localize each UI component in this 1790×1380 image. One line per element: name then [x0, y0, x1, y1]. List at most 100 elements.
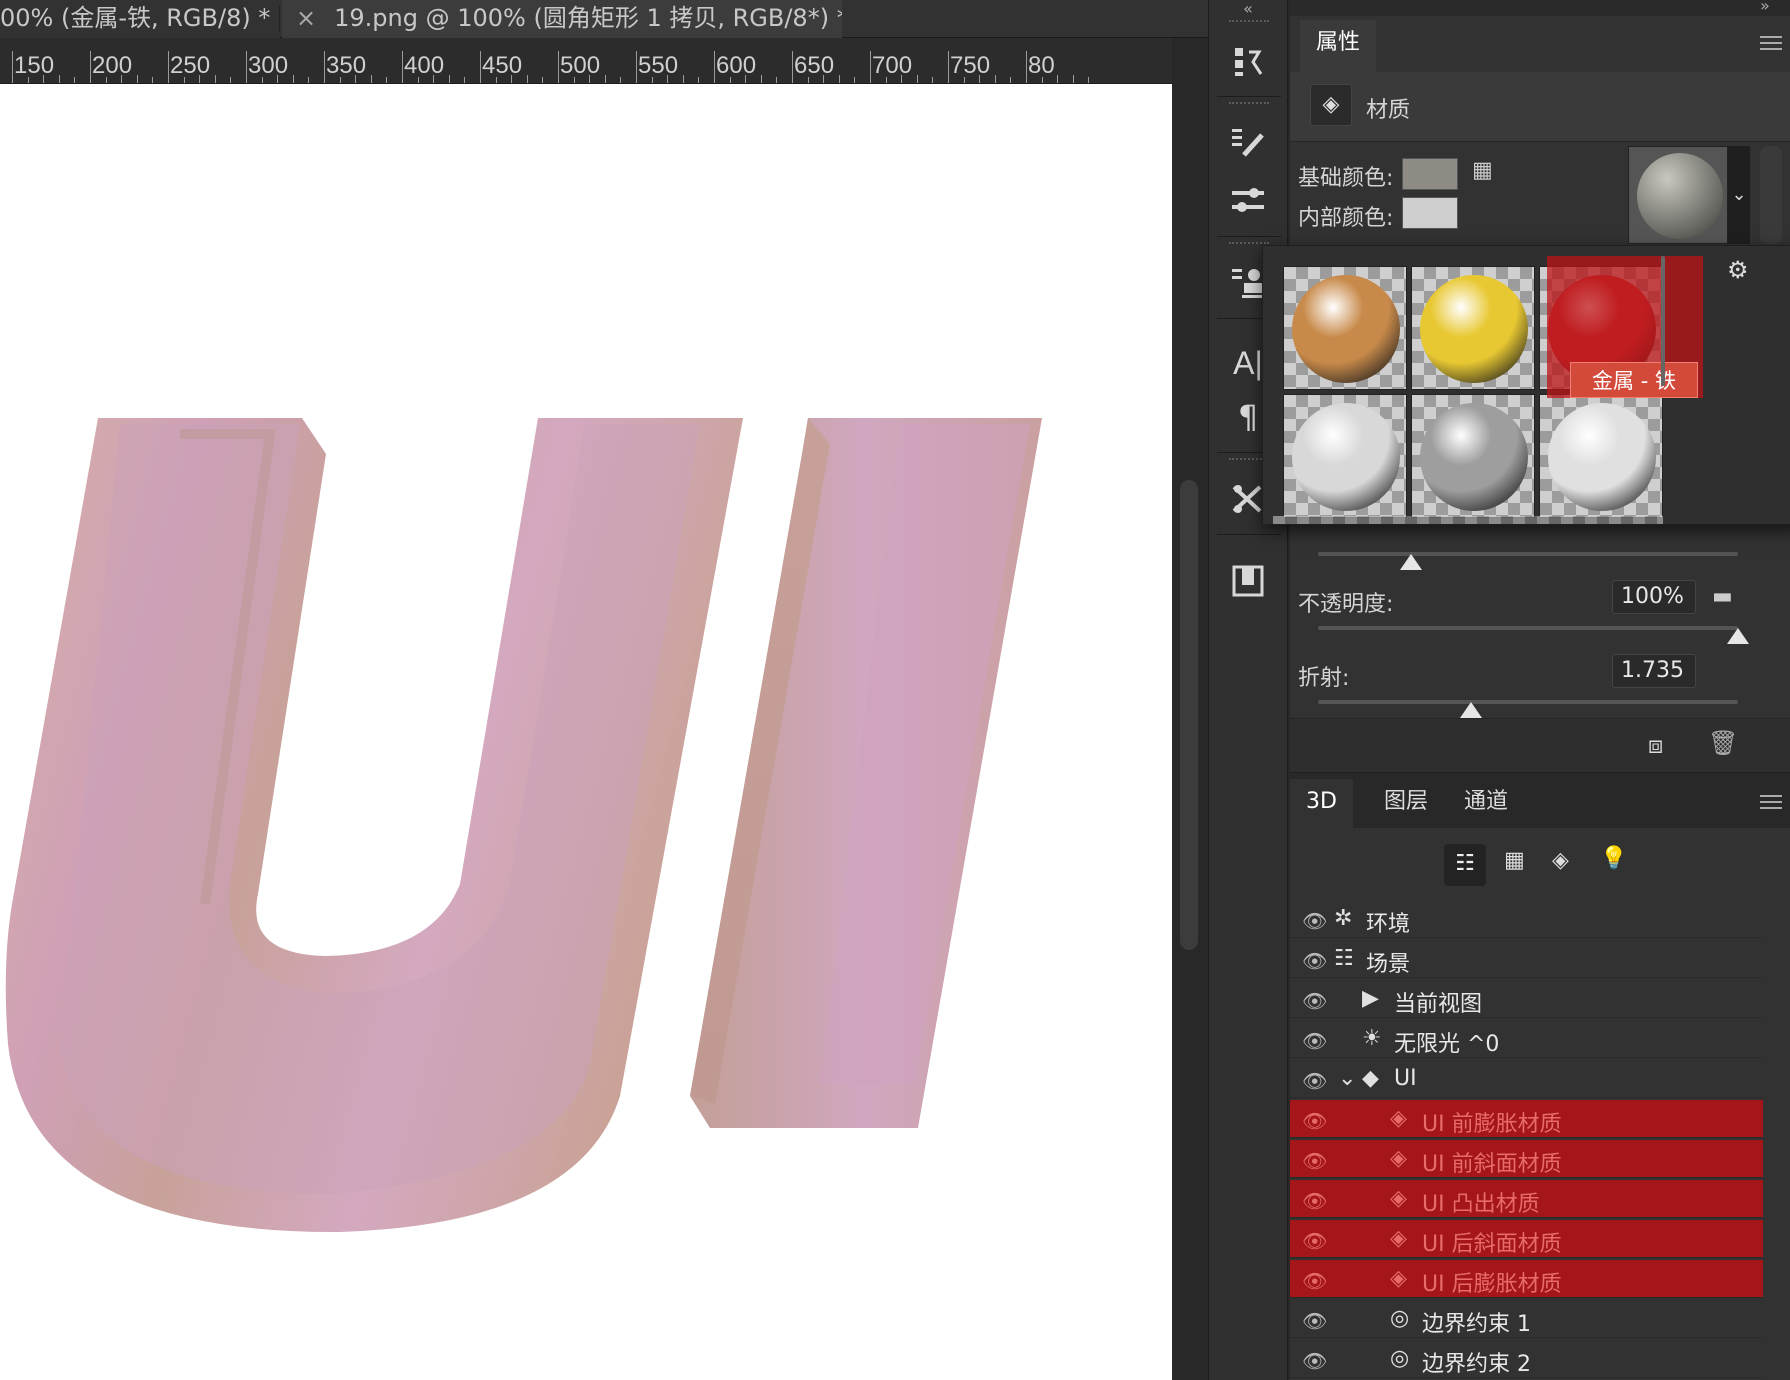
mesh-icon: ◆: [1362, 1066, 1379, 1091]
visibility-eye-icon[interactable]: 👁: [1302, 1189, 1327, 1213]
whole-scene-filter-icon[interactable]: ☷: [1444, 844, 1486, 886]
tab-properties[interactable]: 属性: [1300, 20, 1377, 72]
ruler-minor-tick: [1010, 77, 1012, 83]
ruler-label: 200: [92, 52, 133, 79]
refraction-input[interactable]: 1.735: [1612, 654, 1696, 688]
refraction-slider-thumb[interactable]: [1460, 702, 1482, 718]
panel-menu-icon[interactable]: [1760, 36, 1782, 50]
layer-label: 无限光 ^0: [1394, 1032, 1500, 1057]
material-swatch-gold[interactable]: [1411, 266, 1535, 390]
layer-row[interactable]: 👁 ⌄ ◆ UI: [1290, 1060, 1763, 1098]
horizontal-ruler[interactable]: 150 200 250 300 350 400 450 500 550 600 650 700 750 8…: [0, 38, 1172, 84]
texture-file-icon[interactable]: ▦: [1472, 158, 1502, 188]
dock-grip: [1229, 20, 1269, 26]
vertical-scrollbar[interactable]: [1180, 480, 1198, 950]
ruler-label: 700: [872, 52, 913, 79]
material-preview-thumbnail[interactable]: [1628, 146, 1728, 244]
opacity-label: 不透明度:: [1298, 592, 1394, 617]
visibility-eye-icon[interactable]: 👁: [1302, 1109, 1327, 1133]
layer-label: UI 后斜面材质: [1422, 1232, 1562, 1257]
popup-scrollbar[interactable]: [1661, 256, 1665, 386]
panel-scrollbar[interactable]: [1760, 146, 1782, 244]
layer-row[interactable]: 👁 ◈ UI 后斜面材质: [1290, 1220, 1763, 1258]
history-icon[interactable]: [1223, 36, 1273, 86]
tab-layers[interactable]: 图层: [1368, 779, 1444, 831]
ruler-major-tick: [870, 51, 871, 83]
visibility-eye-icon[interactable]: 👁: [1302, 1069, 1327, 1093]
tab-document-1[interactable]: 00% (金属-铁, RGB/8) *: [0, 0, 280, 38]
ruler-minor-tick: [542, 77, 544, 83]
lights-filter-icon[interactable]: 💡: [1600, 846, 1627, 871]
tab-document-2[interactable]: × 19.png @ 100% (圆角矩形 1 拷贝, RGB/8*) *: [282, 0, 842, 38]
visibility-eye-icon[interactable]: 👁: [1302, 1229, 1327, 1253]
visibility-eye-icon[interactable]: 👁: [1302, 1349, 1327, 1373]
layer-row[interactable]: 👁 ✲ 环境: [1290, 900, 1763, 938]
visibility-eye-icon[interactable]: 👁: [1302, 949, 1327, 973]
ruler-minor-tick: [292, 75, 294, 83]
layer-label: UI 后膨胀材质: [1422, 1272, 1562, 1297]
opacity-slider-track[interactable]: [1318, 626, 1738, 630]
layer-label: UI 前斜面材质: [1422, 1152, 1562, 1177]
ruler-label: 650: [794, 52, 835, 79]
layer-row[interactable]: 👁 ◎ 边界约束 2: [1290, 1340, 1763, 1378]
material-icon: ◈: [1390, 1226, 1407, 1251]
ruler-minor-tick: [58, 75, 60, 83]
adjustments-icon[interactable]: [1223, 176, 1273, 226]
close-tab-icon[interactable]: ×: [296, 4, 316, 32]
layer-row[interactable]: 👁 ☷ 场景: [1290, 940, 1763, 978]
document-canvas[interactable]: [0, 84, 1172, 1380]
layer-row[interactable]: 👁 ☀ 无限光 ^0: [1290, 1020, 1763, 1058]
visibility-eye-icon[interactable]: 👁: [1302, 1029, 1327, 1053]
timeline-icon[interactable]: [1223, 556, 1273, 606]
tab-3d[interactable]: 3D: [1290, 779, 1353, 829]
base-color-swatch[interactable]: [1402, 158, 1458, 190]
tab-channels[interactable]: 通道: [1448, 779, 1524, 831]
ruler-label: 750: [950, 52, 991, 79]
opacity-slider-thumb[interactable]: [1727, 628, 1749, 644]
filter-bar: ☷ ▦ ◈ 💡: [1290, 828, 1790, 898]
refraction-slider-track[interactable]: [1318, 700, 1738, 704]
visibility-eye-icon[interactable]: 👁: [1302, 1149, 1327, 1173]
inner-color-swatch[interactable]: [1402, 197, 1458, 229]
layer-label: UI: [1394, 1066, 1417, 1091]
material-swatch-chrome[interactable]: [1539, 394, 1663, 518]
ruler-minor-tick: [604, 75, 606, 83]
environment-icon: ✲: [1334, 906, 1353, 931]
layer-label: 边界约束 1: [1422, 1312, 1531, 1337]
material-swatch-brushed-silver[interactable]: [1283, 394, 1407, 518]
visibility-eye-icon[interactable]: 👁: [1302, 989, 1327, 1013]
ruler-minor-tick: [152, 77, 154, 83]
ruler-label: 400: [404, 52, 445, 79]
layer-row[interactable]: 👁 ◈ UI 前膨胀材质: [1290, 1100, 1763, 1138]
layer-row[interactable]: 👁 ◈ UI 前斜面材质: [1290, 1140, 1763, 1178]
visibility-eye-icon[interactable]: 👁: [1302, 909, 1327, 933]
material-picker-dropdown-icon[interactable]: ⌄: [1728, 146, 1750, 244]
layers-menu-icon[interactable]: [1760, 795, 1782, 809]
tab-label: 00% (金属-铁, RGB/8) *: [0, 4, 271, 32]
layer-row[interactable]: 👁 ◈ UI 后膨胀材质: [1290, 1260, 1763, 1298]
layer-row[interactable]: 👁 ◈ UI 凸出材质: [1290, 1180, 1763, 1218]
collapse-panel-icon[interactable]: »: [1760, 0, 1770, 15]
materials-filter-icon[interactable]: ◈: [1552, 848, 1569, 873]
collapse-dock-icon[interactable]: «: [1223, 0, 1273, 18]
trash-icon[interactable]: 🗑: [1708, 729, 1738, 757]
ruler-major-tick: [168, 51, 169, 83]
folder-icon[interactable]: ▬: [1712, 584, 1740, 609]
layer-row[interactable]: 👁 ▶ 当前视图: [1290, 980, 1763, 1018]
layer-label: 场景: [1366, 952, 1411, 977]
layer-row[interactable]: 👁 ◎ 边界约束 1: [1290, 1300, 1763, 1338]
visibility-eye-icon[interactable]: 👁: [1302, 1269, 1327, 1293]
shine-slider-thumb[interactable]: [1400, 554, 1422, 570]
shine-slider-track[interactable]: [1318, 552, 1738, 556]
opacity-input[interactable]: 100%: [1612, 580, 1696, 614]
brush-presets-icon[interactable]: [1223, 118, 1273, 168]
meshes-filter-icon[interactable]: ▦: [1504, 848, 1525, 873]
ruler-label: 250: [170, 52, 211, 79]
visibility-eye-icon[interactable]: 👁: [1302, 1309, 1327, 1333]
gear-icon[interactable]: ⚙: [1727, 256, 1757, 286]
new-3d-object-icon[interactable]: ⧈: [1648, 731, 1663, 759]
material-swatch-steel[interactable]: [1411, 394, 1535, 518]
material-tooltip: 金属 - 铁: [1570, 362, 1698, 398]
material-swatch-copper[interactable]: [1283, 266, 1407, 390]
chevron-down-icon[interactable]: ⌄: [1338, 1066, 1356, 1091]
